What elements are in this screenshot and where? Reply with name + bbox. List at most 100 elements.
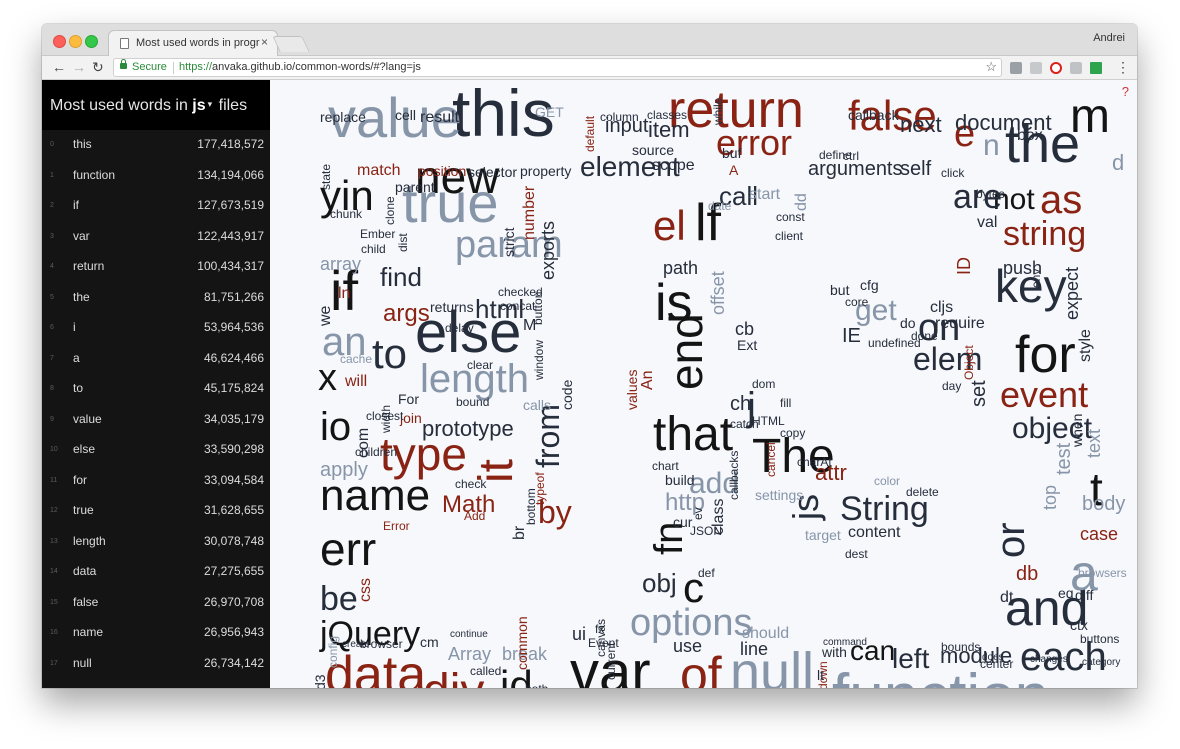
- cloud-word[interactable]: cancel: [764, 442, 778, 477]
- address-bar[interactable]: Secure https://anvaka.github.io/common-w…: [113, 58, 1002, 77]
- cloud-word[interactable]: children: [355, 445, 397, 459]
- cloud-word[interactable]: while: [711, 97, 725, 126]
- cloud-word[interactable]: property: [520, 163, 571, 179]
- cloud-word[interactable]: path: [663, 258, 698, 278]
- list-item[interactable]: 3 var 122,443,917: [42, 222, 270, 252]
- cloud-word[interactable]: target: [805, 527, 841, 543]
- list-item[interactable]: 2 if 127,673,519: [42, 191, 270, 221]
- cloud-word[interactable]: ln: [338, 285, 350, 302]
- new-tab-button[interactable]: [272, 36, 310, 52]
- cloud-word[interactable]: date: [708, 199, 732, 213]
- cloud-word[interactable]: A: [729, 162, 739, 178]
- cloud-word[interactable]: prototype: [422, 416, 514, 441]
- cloud-word[interactable]: cljs: [930, 299, 953, 316]
- cloud-word[interactable]: apply: [320, 459, 368, 481]
- cloud-word[interactable]: For: [398, 391, 419, 407]
- cloud-word[interactable]: result: [420, 109, 460, 126]
- cloud-word[interactable]: Event: [588, 636, 619, 650]
- cloud-word[interactable]: x: [318, 357, 337, 399]
- cloud-word[interactable]: strict: [501, 227, 517, 257]
- list-item[interactable]: 15 false 26,970,708: [42, 588, 270, 618]
- cloud-word[interactable]: Ember: [360, 227, 395, 241]
- cloud-word[interactable]: el: [653, 202, 686, 249]
- cloud-word[interactable]: self: [900, 158, 932, 180]
- opera-extension-icon[interactable]: [1050, 62, 1062, 74]
- list-item[interactable]: 8 to 45,175,824: [42, 374, 270, 404]
- cloud-word[interactable]: color: [874, 474, 900, 488]
- cloud-word[interactable]: M: [523, 317, 536, 334]
- extension-icon-2[interactable]: [1030, 62, 1042, 74]
- cloud-word[interactable]: does: [982, 652, 1004, 663]
- cloud-word[interactable]: check: [455, 477, 487, 491]
- list-item[interactable]: 10 else 33,590,298: [42, 435, 270, 465]
- minimize-window-button[interactable]: [69, 35, 82, 48]
- cloud-word[interactable]: delete: [906, 485, 939, 499]
- cloud-word[interactable]: scope: [652, 157, 695, 174]
- cloud-word[interactable]: that: [653, 408, 733, 461]
- cloud-word[interactable]: cfg: [860, 277, 879, 293]
- cloud-word[interactable]: values: [624, 370, 640, 410]
- cloud-word[interactable]: done: [911, 329, 938, 343]
- cloud-word[interactable]: br: [511, 525, 528, 540]
- cloud-word[interactable]: bounds: [941, 640, 980, 654]
- cloud-word[interactable]: set: [968, 380, 990, 407]
- cloud-word[interactable]: buf: [722, 145, 742, 161]
- cloud-word[interactable]: offset: [708, 271, 728, 315]
- list-item[interactable]: 5 the 81,751,266: [42, 283, 270, 313]
- cloud-word[interactable]: column: [600, 110, 639, 124]
- cloud-word[interactable]: replace: [320, 109, 366, 125]
- cloud-word[interactable]: d: [1112, 150, 1124, 175]
- cloud-word[interactable]: charAt: [797, 455, 832, 469]
- list-item[interactable]: 7 a 46,624,466: [42, 344, 270, 374]
- bookmark-star-icon[interactable]: ☆: [985, 59, 997, 75]
- cloud-word[interactable]: for: [1015, 326, 1076, 384]
- cloud-word[interactable]: build: [665, 472, 695, 488]
- list-item[interactable]: 13 length 30,078,748: [42, 527, 270, 557]
- close-window-button[interactable]: [53, 35, 66, 48]
- cloud-word[interactable]: when: [1069, 414, 1085, 448]
- cloud-word[interactable]: chunk: [330, 207, 363, 221]
- cloud-word[interactable]: JSON: [690, 524, 722, 538]
- cloud-word[interactable]: continue: [450, 629, 488, 640]
- cloud-word[interactable]: diff: [1075, 587, 1094, 603]
- cloud-word[interactable]: callback: [848, 107, 900, 123]
- cloud-word[interactable]: end: [660, 313, 712, 390]
- cloud-word[interactable]: category: [1082, 657, 1120, 668]
- list-item[interactable]: 12 true 31,628,655: [42, 496, 270, 526]
- language-selector[interactable]: js: [192, 97, 205, 114]
- cloud-word[interactable]: command: [823, 637, 867, 648]
- cloud-word[interactable]: Object: [962, 345, 976, 380]
- list-item[interactable]: 9 value 34,035,179: [42, 405, 270, 435]
- cloud-word[interactable]: require: [935, 315, 985, 332]
- cloud-word[interactable]: box: [1017, 127, 1043, 144]
- cloud-word[interactable]: Error: [383, 519, 410, 533]
- cloud-word[interactable]: source: [632, 142, 674, 158]
- cloud-word[interactable]: GET: [535, 104, 564, 120]
- chevron-down-icon[interactable]: ▾: [208, 99, 213, 109]
- cloud-word[interactable]: d3: [312, 674, 328, 688]
- cloud-word[interactable]: args: [383, 300, 430, 327]
- cloud-word[interactable]: clone: [383, 196, 397, 225]
- cloud-word[interactable]: calls: [523, 397, 551, 413]
- cloud-word[interactable]: fill: [780, 396, 791, 410]
- help-icon[interactable]: ?: [1122, 84, 1129, 99]
- cloud-word[interactable]: default: [583, 115, 597, 152]
- menu-icon[interactable]: ⋮: [1116, 58, 1130, 76]
- cloud-word[interactable]: we: [317, 305, 334, 327]
- cloud-word[interactable]: child: [361, 242, 386, 256]
- cloud-word[interactable]: err: [320, 523, 376, 575]
- cloud-word[interactable]: def: [698, 566, 715, 580]
- cloud-word[interactable]: code: [559, 379, 575, 410]
- cloud-word[interactable]: bytes: [976, 187, 1005, 201]
- cloud-word[interactable]: m: [1070, 90, 1110, 143]
- cloud-word[interactable]: line: [740, 639, 768, 659]
- cloud-word[interactable]: to: [372, 330, 407, 377]
- cloud-word[interactable]: bottom: [524, 488, 538, 525]
- cloud-word[interactable]: match: [357, 162, 401, 179]
- cloud-word[interactable]: callbacks: [727, 451, 741, 500]
- cloud-word[interactable]: ctx: [1070, 617, 1088, 633]
- cloud-word[interactable]: expect: [1062, 267, 1082, 320]
- back-arrow-icon[interactable]: ←: [52, 58, 66, 76]
- cloud-word[interactable]: Add: [464, 509, 485, 523]
- cloud-word[interactable]: text: [1084, 429, 1104, 458]
